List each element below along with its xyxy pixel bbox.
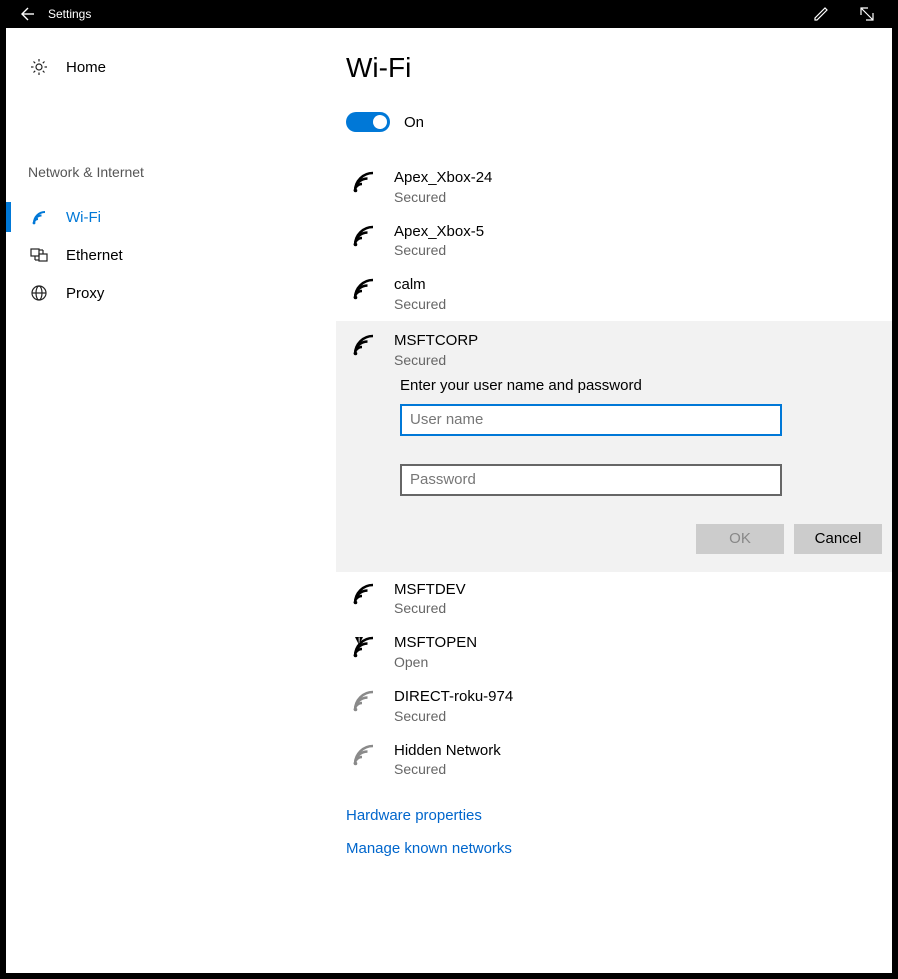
wifi-network-item[interactable]: Apex_Xbox-5 Secured xyxy=(336,214,892,268)
sidebar-item-label: Proxy xyxy=(66,285,104,302)
wifi-ssid: Hidden Network xyxy=(394,741,501,761)
wifi-status: Secured xyxy=(394,351,478,369)
cancel-button[interactable]: Cancel xyxy=(794,524,882,554)
wifi-network-item[interactable]: MSFTOPEN Open xyxy=(336,625,892,679)
wifi-network-item[interactable]: Hidden Network Secured xyxy=(336,733,892,787)
wifi-status: Secured xyxy=(394,295,446,313)
wifi-network-item[interactable]: MSFTDEV Secured xyxy=(336,572,892,626)
sidebar-item-ethernet[interactable]: Ethernet xyxy=(6,236,336,274)
wifi-ssid: MSFTOPEN xyxy=(394,633,477,653)
wifi-signal-icon xyxy=(350,580,378,606)
username-input[interactable] xyxy=(400,404,782,436)
gear-icon xyxy=(28,58,50,76)
ethernet-icon xyxy=(28,246,50,264)
wifi-toggle-row: On xyxy=(336,112,892,160)
main-panel: Wi-Fi On Apex_Xbox-24 Secured xyxy=(336,28,892,973)
ok-button[interactable]: OK xyxy=(696,524,784,554)
sidebar-item-label: Ethernet xyxy=(66,247,123,264)
wifi-signal-icon xyxy=(350,222,378,248)
wifi-ssid: MSFTCORP xyxy=(394,331,478,351)
wifi-status: Secured xyxy=(394,188,492,206)
wifi-icon xyxy=(28,208,50,226)
edit-icon[interactable] xyxy=(812,5,830,23)
back-icon[interactable] xyxy=(18,5,36,23)
sidebar: Home Network & Internet Wi-Fi Ethernet xyxy=(6,28,336,973)
fullscreen-icon[interactable] xyxy=(858,5,876,23)
link-manage-known-networks[interactable]: Manage known networks xyxy=(346,832,892,865)
wifi-signal-open-icon xyxy=(350,633,378,659)
sidebar-home[interactable]: Home xyxy=(6,52,336,82)
wifi-signal-icon xyxy=(350,275,378,301)
wifi-network-item[interactable]: Apex_Xbox-24 Secured xyxy=(336,160,892,214)
wifi-ssid: Apex_Xbox-5 xyxy=(394,222,484,242)
wifi-network-item-expanded: MSFTCORP Secured Enter your user name an… xyxy=(336,321,892,572)
password-input[interactable] xyxy=(400,464,782,496)
wifi-ssid: Apex_Xbox-24 xyxy=(394,168,492,188)
wifi-ssid: MSFTDEV xyxy=(394,580,466,600)
wifi-network-item[interactable]: calm Secured xyxy=(336,267,892,321)
sidebar-item-proxy[interactable]: Proxy xyxy=(6,274,336,312)
sidebar-item-label: Wi-Fi xyxy=(66,209,101,226)
wifi-signal-icon xyxy=(350,331,378,357)
wifi-links: Hardware properties Manage known network… xyxy=(336,787,892,865)
wifi-status: Secured xyxy=(394,599,466,617)
wifi-signal-icon xyxy=(350,741,378,767)
wifi-ssid: DIRECT-roku-974 xyxy=(394,687,513,707)
sidebar-section-heading: Network & Internet xyxy=(6,164,336,180)
wifi-status: Secured xyxy=(394,707,513,725)
auth-prompt: Enter your user name and password xyxy=(400,377,892,394)
link-hardware-properties[interactable]: Hardware properties xyxy=(346,799,892,832)
wifi-signal-icon xyxy=(350,687,378,713)
wifi-ssid: calm xyxy=(394,275,446,295)
wifi-status: Secured xyxy=(394,241,484,259)
wifi-signal-icon xyxy=(350,168,378,194)
wifi-network-item[interactable]: DIRECT-roku-974 Secured xyxy=(336,679,892,733)
sidebar-item-wifi[interactable]: Wi-Fi xyxy=(6,198,336,236)
window-title: Settings xyxy=(48,7,91,21)
globe-icon xyxy=(28,284,50,302)
wifi-toggle[interactable] xyxy=(346,112,390,132)
wifi-status: Open xyxy=(394,653,477,671)
page-title: Wi-Fi xyxy=(336,52,892,112)
wifi-toggle-label: On xyxy=(404,114,424,131)
wifi-network-list: Apex_Xbox-24 Secured Apex_Xbox-5 Secured xyxy=(336,160,892,787)
titlebar: Settings xyxy=(6,0,892,28)
sidebar-home-label: Home xyxy=(66,59,106,76)
wifi-status: Secured xyxy=(394,760,501,778)
